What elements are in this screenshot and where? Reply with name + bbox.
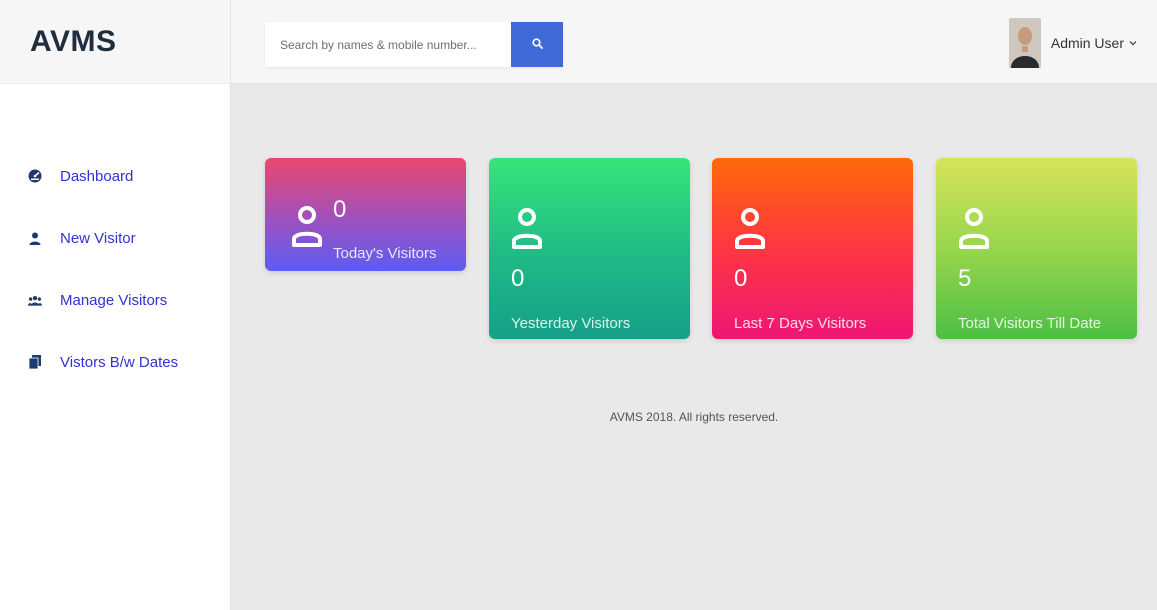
card-count: 0 xyxy=(333,196,347,223)
search-input[interactable] xyxy=(265,22,511,67)
card-count: 0 xyxy=(734,265,748,292)
person-icon xyxy=(291,205,323,252)
sidebar-item-label: Dashboard xyxy=(60,167,134,185)
card-count: 0 xyxy=(511,265,525,292)
person-icon xyxy=(958,207,990,254)
avatar xyxy=(1008,18,1041,68)
sidebar-item-manage-visitors[interactable]: Manage Visitors xyxy=(0,269,230,331)
sidebar-item-label: Vistors B/w Dates xyxy=(60,353,179,371)
sidebar-item-dashboard[interactable]: Dashboard xyxy=(0,145,230,207)
sidebar-item-new-visitor[interactable]: New Visitor xyxy=(0,207,230,269)
user-name: Admin User xyxy=(1050,35,1124,51)
brand-title: AVMS xyxy=(30,24,117,58)
card-label: Today's Visitors xyxy=(333,245,437,262)
sidebar-item-visitors-between-dates[interactable]: Vistors B/w Dates xyxy=(0,331,230,393)
todays-visitors-card[interactable]: 0 Today's Visitors xyxy=(265,158,466,271)
search-icon xyxy=(531,37,543,52)
sidebar: AVMS Dashboard New Visitor Manage Visito… xyxy=(0,0,231,610)
last-7-days-visitors-card[interactable]: 0 Last 7 Days Visitors xyxy=(712,158,913,339)
footer-copyright: AVMS 2018. All rights reserved. xyxy=(609,410,779,424)
users-icon xyxy=(28,293,42,307)
brand[interactable]: AVMS xyxy=(0,0,230,84)
card-count: 5 xyxy=(958,265,972,292)
total-visitors-card[interactable]: 5 Total Visitors Till Date xyxy=(936,158,1137,339)
yesterday-visitors-card[interactable]: 0 Yesterday Visitors xyxy=(489,158,690,339)
user-icon xyxy=(28,231,42,245)
top-header: Admin User xyxy=(231,0,1157,84)
sidebar-item-label: Manage Visitors xyxy=(60,291,168,309)
sidebar-menu: Dashboard New Visitor Manage Visitors Vi… xyxy=(0,84,230,393)
sidebar-item-label: New Visitor xyxy=(60,229,136,247)
person-icon xyxy=(511,207,543,254)
card-label: Total Visitors Till Date xyxy=(958,315,1102,332)
search-bar xyxy=(265,22,563,67)
user-menu[interactable]: Admin User xyxy=(1008,18,1137,68)
chevron-down-icon xyxy=(1129,40,1137,46)
files-icon xyxy=(28,355,42,369)
search-button[interactable] xyxy=(511,22,563,67)
card-label: Last 7 Days Visitors xyxy=(734,315,867,332)
dashboard-icon xyxy=(28,169,42,183)
card-label: Yesterday Visitors xyxy=(511,315,631,332)
person-icon xyxy=(734,207,766,254)
